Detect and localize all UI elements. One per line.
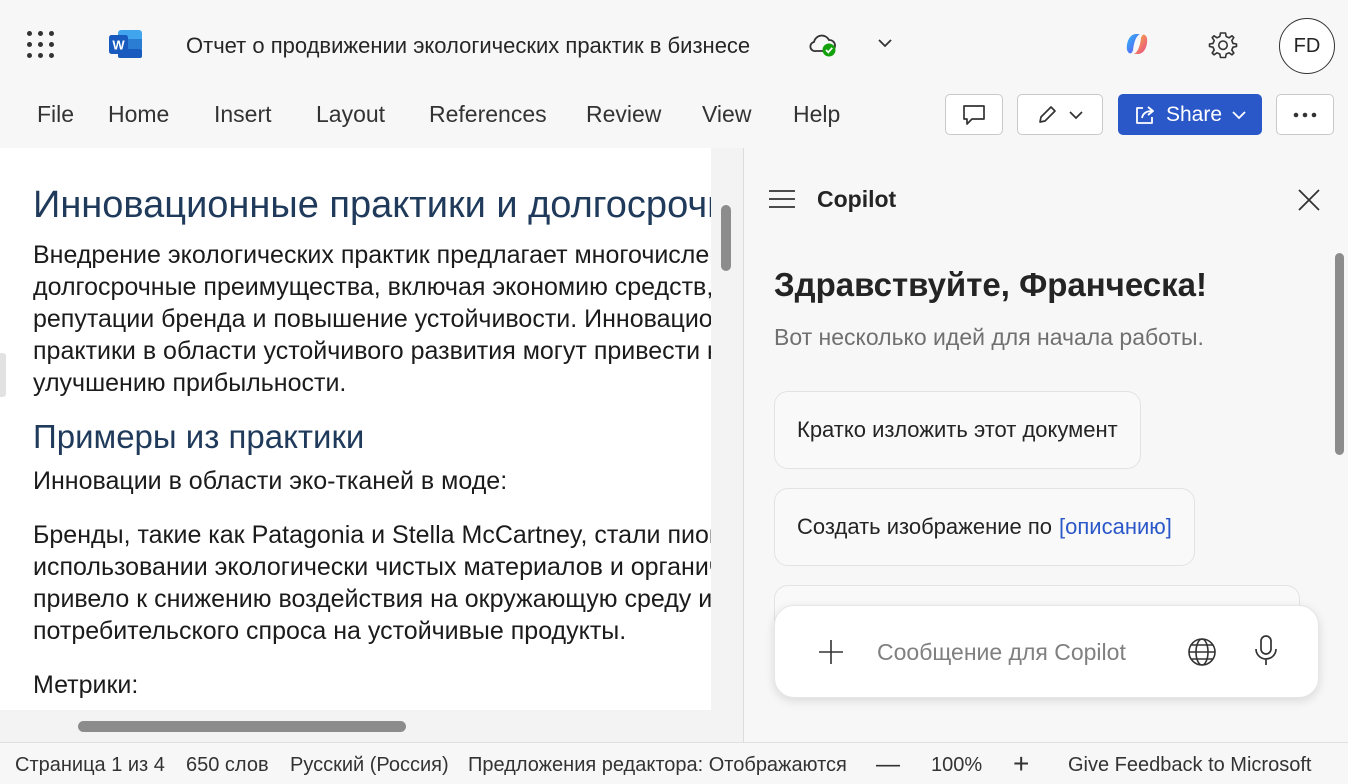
copilot-message-input[interactable]: Сообщение для Copilot — [877, 639, 1126, 666]
copilot-greeting: Здравствуйте, Франческа! — [774, 266, 1207, 303]
comment-icon — [963, 104, 985, 125]
chevron-down-icon[interactable] — [876, 36, 894, 50]
document-title[interactable]: Отчет о продвижении экологических практи… — [186, 33, 750, 59]
comments-button[interactable] — [945, 94, 1003, 135]
menu-layout[interactable]: Layout — [316, 101, 385, 128]
editor-suggestions-status[interactable]: Предложения редактора: Отображаются — [468, 754, 847, 777]
chevron-down-icon — [1069, 110, 1083, 119]
language-status[interactable]: Русский (Россия) — [290, 754, 449, 777]
hamburger-menu-icon[interactable] — [768, 188, 796, 210]
word-icon[interactable]: W — [108, 28, 144, 60]
copilot-composer[interactable]: Сообщение для Copilot — [774, 605, 1319, 698]
chevron-down-icon — [1232, 110, 1246, 119]
close-icon[interactable] — [1297, 188, 1321, 212]
status-bar: Страница 1 из 4 650 слов Русский (Россия… — [0, 742, 1348, 784]
microphone-icon[interactable] — [1253, 634, 1279, 668]
pencil-icon — [1039, 105, 1056, 123]
document-body: Инновационные практики и долгосрочные Вн… — [33, 183, 711, 701]
paragraph-line: улучшению прибыльности. — [33, 369, 347, 397]
give-feedback-link[interactable]: Give Feedback to Microsoft — [1068, 754, 1311, 777]
paragraph-line: Бренды, такие как Patagonia и Stella McC… — [33, 521, 711, 549]
globe-icon[interactable] — [1186, 636, 1218, 668]
paragraph-line: практики в области устойчивого развития … — [33, 337, 711, 365]
cloud-saved-icon[interactable] — [808, 31, 840, 59]
subheading-eco-fabrics: Инновации в области эко-тканей в моде: — [33, 467, 508, 495]
page-count[interactable]: Страница 1 из 4 — [15, 754, 165, 777]
paragraph-line: привело к снижению воздействия на окружа… — [33, 585, 711, 613]
plus-icon[interactable] — [817, 638, 845, 666]
copilot-scrollbar[interactable] — [1335, 253, 1344, 455]
suggestion-summarize-label: Кратко изложить этот документ — [797, 417, 1118, 442]
navigation-pane-handle[interactable] — [0, 353, 6, 397]
title-bar: W Отчет о продвижении экологических прак… — [0, 0, 1348, 90]
paragraph-line: потребительского спроса на устойчивые пр… — [33, 617, 627, 645]
copilot-subtitle: Вот несколько идей для начала работы. — [774, 324, 1204, 350]
paragraph-line: репутации бренда и повышение устойчивост… — [33, 305, 711, 333]
share-button[interactable]: Share — [1118, 94, 1262, 135]
menu-view[interactable]: View — [702, 101, 751, 128]
document-horizontal-scrollbar[interactable] — [78, 721, 406, 732]
zoom-out-button[interactable]: — — [876, 751, 900, 779]
zoom-in-button[interactable]: + — [1013, 748, 1029, 780]
document-page[interactable]: Инновационные практики и долгосрочные Вн… — [0, 148, 711, 710]
description-placeholder-link[interactable]: [описанию] — [1059, 514, 1172, 540]
paragraph-line: долгосрочные преимущества, включая эконо… — [33, 273, 711, 301]
suggestion-create-image-label: Создать изображение по — [797, 514, 1053, 539]
paragraph-line: Внедрение экологических практик предлага… — [33, 241, 711, 269]
metrics-label: Метрики: — [33, 671, 139, 699]
document-canvas[interactable]: Инновационные практики и долгосрочные Вн… — [0, 148, 743, 742]
share-label: Share — [1165, 102, 1223, 126]
document-vertical-scrollbar[interactable] — [721, 205, 731, 271]
suggestion-create-image[interactable]: Создать изображение по [описанию] — [774, 488, 1195, 566]
share-icon — [1136, 105, 1154, 124]
avatar[interactable]: FD — [1279, 18, 1335, 74]
app-launcher-icon[interactable] — [27, 31, 55, 59]
menu-file[interactable]: File — [37, 101, 74, 128]
suggestion-summarize[interactable]: Кратко изложить этот документ — [774, 391, 1141, 469]
menu-home[interactable]: Home — [108, 101, 169, 128]
paragraph-line: использовании экологически чистых матери… — [33, 553, 711, 581]
heading-case-studies: Примеры из практики — [33, 418, 365, 455]
menu-help[interactable]: Help — [793, 101, 840, 128]
copilot-pane: Copilot Здравствуйте, Франческа! Вот нес… — [744, 148, 1348, 742]
more-options-button[interactable] — [1276, 94, 1334, 135]
copilot-icon[interactable] — [1121, 28, 1153, 60]
menu-review[interactable]: Review — [586, 101, 661, 128]
more-icon — [1293, 112, 1317, 117]
menu-insert[interactable]: Insert — [214, 101, 272, 128]
word-icon-letter: W — [112, 38, 125, 53]
ribbon-menu-bar: File Home Insert Layout References Revie… — [0, 90, 1348, 148]
copilot-title: Copilot — [817, 186, 897, 212]
zoom-level[interactable]: 100% — [931, 754, 982, 777]
heading-innovative-practices: Инновационные практики и долгосрочные — [33, 184, 711, 226]
menu-references[interactable]: References — [429, 101, 547, 128]
gear-icon[interactable] — [1207, 29, 1239, 61]
word-count[interactable]: 650 слов — [186, 754, 269, 777]
editing-mode-button[interactable] — [1017, 94, 1103, 135]
